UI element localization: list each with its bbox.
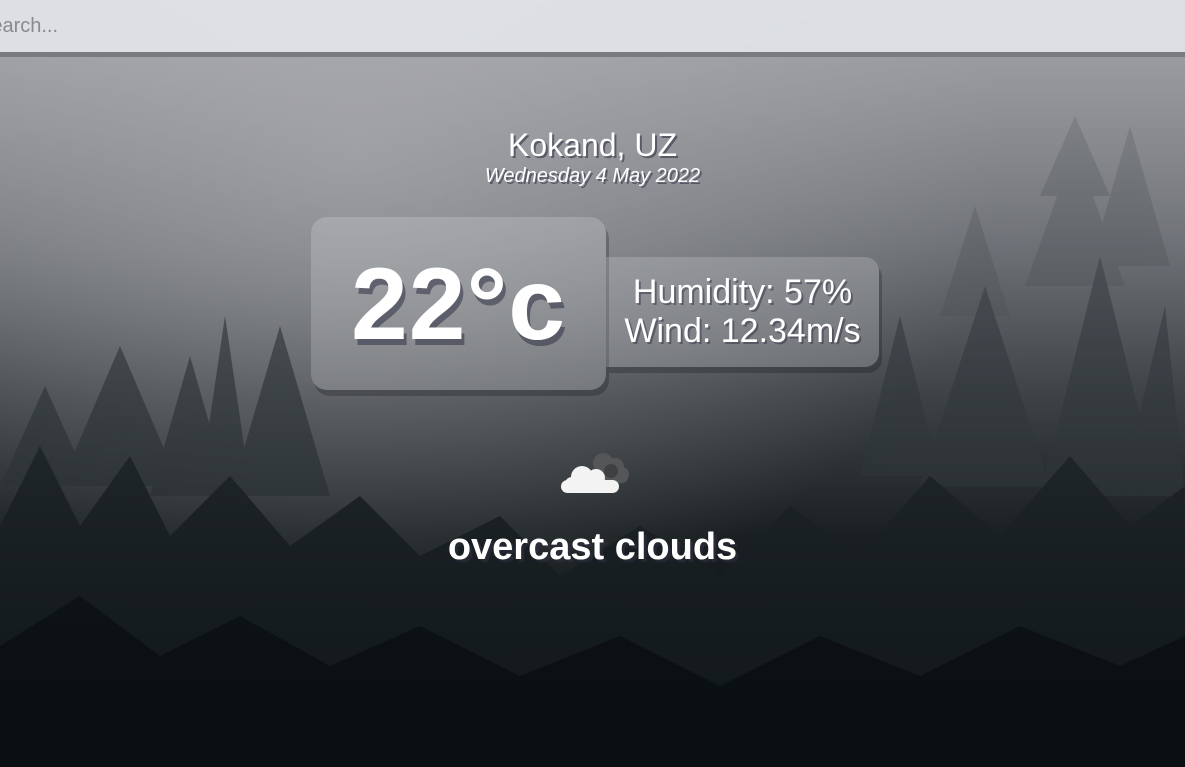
temperature-box: 22°c: [311, 217, 606, 390]
current-date: Wednesday 4 May 2022: [484, 165, 701, 187]
humidity-value: Humidity: 57%: [632, 273, 853, 311]
weather-app: Kokand, UZ Wednesday 4 May 2022 22°c Hum…: [0, 0, 1185, 767]
location-box: Kokand, UZ Wednesday 4 May 2022: [0, 126, 1185, 187]
search-box: [0, 0, 1185, 57]
wind-value: Wind: 12.34m/s: [624, 312, 861, 350]
temperature-value: 22°c: [351, 246, 566, 361]
search-input[interactable]: [0, 0, 1185, 52]
overcast-clouds-icon: [560, 448, 632, 496]
weather-description: overcast clouds: [447, 526, 738, 568]
weather-stats-box: Humidity: 57% Wind: 12.34m/s: [606, 257, 879, 367]
location-name: Kokand, UZ: [508, 127, 677, 163]
